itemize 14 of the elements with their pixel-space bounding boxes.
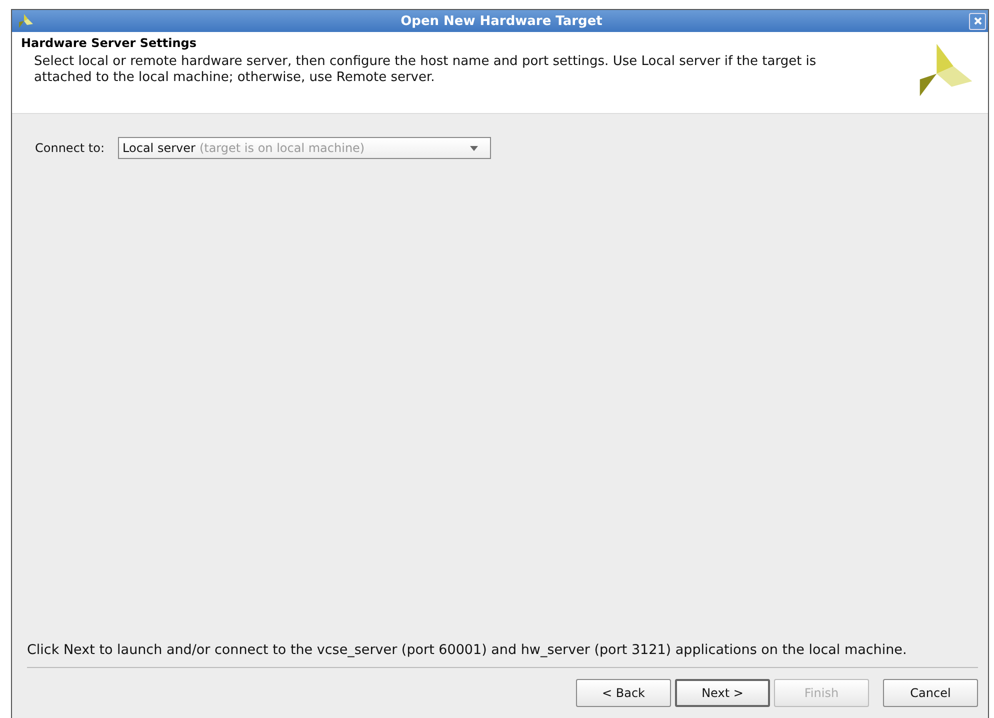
dialog-button[interactable]: < Back <box>576 679 671 707</box>
connect-label: Connect to: <box>35 141 105 155</box>
server-dropdown[interactable]: Local server (target is on local machine) <box>118 137 491 159</box>
info-text: Click Next to launch and/or connect to the vcse_server (port 60001) and hw_server (port 3121) applications on the local machine. <box>27 641 978 668</box>
window-title: Open New Hardware Target <box>400 14 604 28</box>
app-logo-icon <box>18 13 34 29</box>
section-title: Hardware Server Settings <box>21 36 198 50</box>
close-icon <box>972 16 982 26</box>
close-button[interactable] <box>969 12 986 30</box>
logo-icon <box>918 42 974 98</box>
caret-icon <box>470 146 478 150</box>
section-description: Select local or remote hardware server, then configure the host name and port settings. Use Local server if the target is attached to the local machine; otherwise, use Remote server. <box>33 53 818 86</box>
dialog-button[interactable]: Next > <box>675 679 770 707</box>
dialog-button[interactable]: Cancel <box>883 679 978 707</box>
